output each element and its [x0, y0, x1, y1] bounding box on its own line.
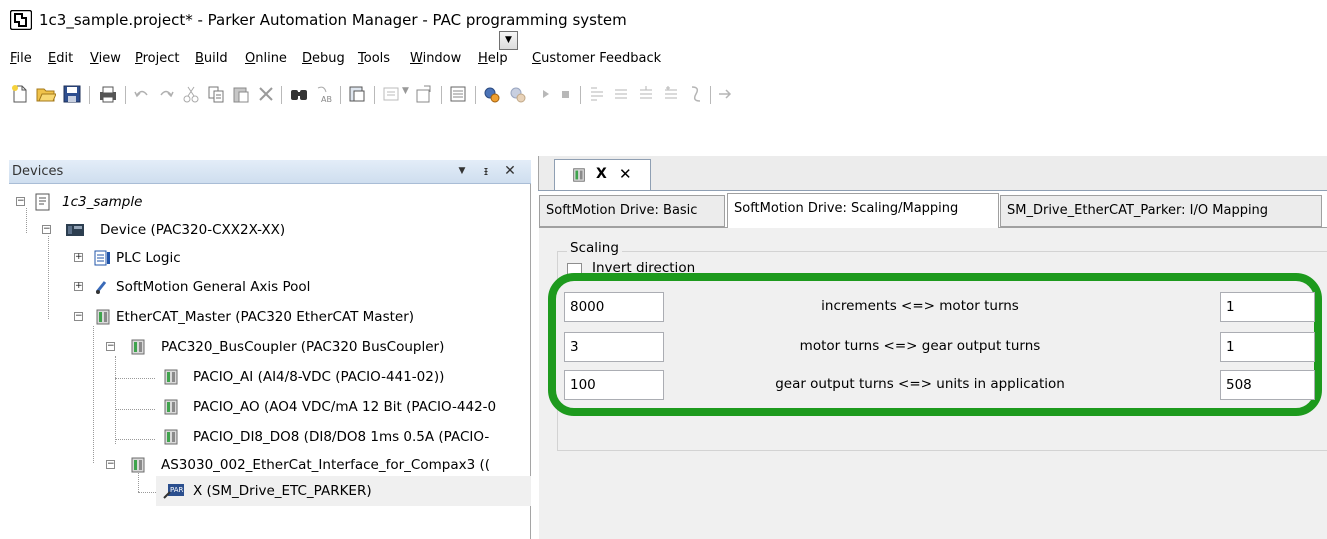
devices-panel-header: Devices ▼ ᵻ ✕ — [9, 160, 531, 184]
app-logo-icon — [10, 10, 32, 30]
expand-icon[interactable]: + — [74, 253, 83, 262]
devices-panel-title: Devices — [12, 164, 64, 179]
panel-close-icon[interactable]: ✕ — [502, 163, 518, 179]
tab-scaling-mapping[interactable]: SoftMotion Drive: Scaling/Mapping — [727, 193, 999, 228]
start-icon[interactable] — [536, 84, 556, 104]
motor-turns-ratio-field[interactable] — [564, 332, 664, 362]
svg-text:AB: AB — [321, 95, 332, 104]
menu-online[interactable]: Online — [245, 51, 287, 66]
undo-icon[interactable] — [132, 84, 152, 104]
new-project-icon[interactable] — [10, 84, 30, 104]
menu-file[interactable]: File — [10, 51, 32, 66]
menu-bar: File Edit View Project Build Online Debu… — [0, 44, 1327, 74]
collapse-icon[interactable]: − — [42, 225, 51, 234]
cut-icon[interactable] — [181, 84, 201, 104]
force-icon[interactable] — [686, 84, 706, 104]
toolbar: AB ▼ — [0, 74, 1327, 160]
clipboard-icon[interactable] — [347, 84, 367, 104]
gear-output-ratio-field[interactable] — [564, 370, 664, 400]
menu-edit[interactable]: Edit — [48, 51, 73, 66]
find-icon[interactable] — [289, 84, 309, 104]
close-tab-icon[interactable]: ✕ — [619, 165, 632, 183]
tree-item-pacio-di8-do8[interactable]: PACIO_DI8_DO8 (DI8/DO8 1ms 0.5A (PACIO- — [34, 425, 531, 451]
copy-icon[interactable] — [206, 84, 226, 104]
collapse-icon[interactable]: − — [106, 460, 115, 469]
units-caption: gear output turns <=> units in applicati… — [775, 376, 1065, 392]
tree-item-plc-logic[interactable]: + PLC Logic — [34, 246, 514, 272]
menu-window[interactable]: Window — [410, 51, 461, 66]
motor-turns-field[interactable] — [1220, 292, 1315, 322]
expand-icon[interactable]: + — [74, 282, 83, 291]
menu-tools[interactable]: Tools — [358, 51, 390, 66]
collapse-icon[interactable]: − — [16, 197, 25, 206]
step-over-icon[interactable] — [612, 84, 632, 104]
units-in-application-field[interactable] — [1220, 370, 1315, 400]
io-module-icon — [573, 168, 585, 182]
tree-item-device[interactable]: − Device (PAC320-CXX2X-XX) — [34, 218, 514, 244]
menu-help[interactable]: Help — [478, 51, 508, 66]
insert-icon[interactable] — [381, 84, 401, 104]
write-icon[interactable] — [716, 84, 736, 104]
ethercat-module-icon — [96, 309, 110, 325]
tree-item-as3030-interface[interactable]: − AS3030_002_EtherCat_Interface_for_Comp… — [34, 453, 531, 479]
io-module-icon — [164, 369, 178, 385]
tree-item-bus-coupler[interactable]: − PAC320_BusCoupler (PAC320 BusCoupler) — [34, 335, 514, 361]
redo-icon[interactable] — [156, 84, 176, 104]
gear-ratio-caption: motor turns <=> gear output turns — [799, 338, 1041, 354]
collapse-icon[interactable]: − — [74, 312, 83, 321]
document-tab-x[interactable]: X ✕ — [554, 159, 651, 190]
pin-icon[interactable]: ᵻ — [478, 163, 494, 179]
svg-text:PAR: PAR — [170, 486, 184, 494]
menu-view[interactable]: View — [90, 51, 121, 66]
print-icon[interactable] — [98, 84, 118, 104]
tree-item-pacio-ai[interactable]: PACIO_AI (AI4/8-VDC (PACIO-441-02)) — [34, 365, 514, 391]
menu-debug[interactable]: Debug — [302, 51, 345, 66]
step-into-icon[interactable] — [588, 84, 608, 104]
breakpoint-icon[interactable] — [662, 84, 682, 104]
project-icon — [35, 193, 50, 211]
export-icon[interactable] — [414, 84, 434, 104]
device-icon — [66, 224, 84, 236]
delete-icon[interactable] — [256, 84, 276, 104]
tree-item-ethercat-master[interactable]: − EtherCAT_Master (PAC320 EtherCAT Maste… — [34, 305, 514, 331]
step-out-icon[interactable] — [637, 84, 657, 104]
tree-dropdown-button[interactable]: ▼ — [499, 31, 518, 50]
panel-menu-chevron-icon[interactable]: ▼ — [454, 163, 470, 179]
open-project-icon[interactable] — [36, 84, 56, 104]
increments-field[interactable] — [564, 292, 664, 322]
tree-item-axis-x[interactable]: PAR X (SM_Drive_ETC_PARKER) — [34, 479, 514, 505]
drive-axis-icon: PAR — [163, 484, 184, 499]
menu-customer-feedback[interactable]: Customer Feedback — [532, 51, 661, 66]
window-title: 1c3_sample.project* - Parker Automation … — [39, 11, 627, 29]
menu-project[interactable]: Project — [135, 51, 180, 66]
tab-io-mapping[interactable]: SM_Drive_EtherCAT_Parker: I/O Mapping — [1000, 195, 1322, 227]
stop-icon[interactable] — [556, 84, 576, 104]
tree-item-softmotion-axis-pool[interactable]: + SoftMotion General Axis Pool — [34, 275, 514, 301]
scaling-group-label: Scaling — [567, 240, 622, 256]
tree-item-project[interactable]: − 1c3_sample — [12, 190, 492, 216]
replace-icon[interactable]: AB — [314, 84, 334, 104]
io-module-icon — [164, 399, 178, 415]
tab-softmotion-drive-basic[interactable]: SoftMotion Drive: Basic — [539, 195, 725, 227]
logout-icon[interactable] — [508, 84, 528, 104]
io-module-icon — [164, 429, 178, 445]
document-tab-label: X — [596, 166, 607, 182]
menu-build[interactable]: Build — [195, 51, 228, 66]
interface-module-icon — [131, 457, 145, 473]
axis-pool-icon — [95, 281, 107, 294]
bus-coupler-icon — [131, 339, 145, 355]
increments-caption: increments <=> motor turns — [821, 298, 1019, 314]
plc-logic-icon — [94, 250, 110, 266]
login-icon[interactable] — [482, 84, 502, 104]
save-icon[interactable] — [62, 84, 82, 104]
title-bar: 1c3_sample.project* - Parker Automation … — [0, 0, 1327, 44]
paste-icon[interactable] — [231, 84, 251, 104]
monitor-icon[interactable] — [448, 84, 468, 104]
collapse-icon[interactable]: − — [106, 342, 115, 351]
tree-item-pacio-ao[interactable]: PACIO_AO (AO4 VDC/mA 12 Bit (PACIO-442-0 — [34, 395, 531, 421]
gear-output-turns-field[interactable] — [1220, 332, 1315, 362]
